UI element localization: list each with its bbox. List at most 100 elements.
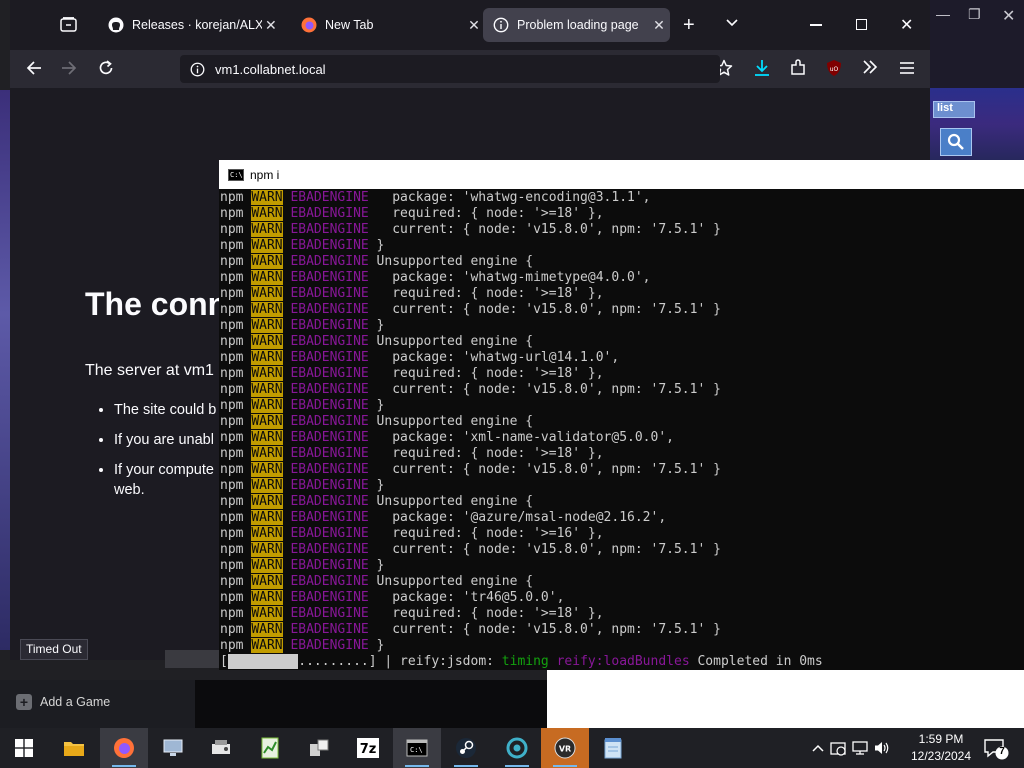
- hidden-window-fragment: [165, 650, 220, 668]
- back-icon[interactable]: [26, 61, 42, 75]
- overflow-chevron-icon[interactable]: [862, 60, 878, 74]
- console-line: npm WARN EBADENGINE package: '@azure/msa…: [220, 510, 667, 525]
- app-tray-icon[interactable]: [830, 740, 846, 756]
- url-text[interactable]: vm1.collabnet.local: [215, 62, 326, 77]
- tab-label: Problem loading page: [517, 18, 639, 32]
- tab-label: Releases · korejan/ALXR-…: [132, 18, 262, 32]
- console-line: npm WARN EBADENGINE }: [220, 398, 385, 413]
- close-icon[interactable]: ✕: [1002, 6, 1015, 26]
- forward-icon[interactable]: [61, 61, 77, 75]
- tab-label: New Tab: [325, 18, 374, 32]
- close-window-icon[interactable]: ✕: [900, 15, 913, 35]
- console-line: npm WARN EBADENGINE required: { node: '>…: [220, 606, 604, 621]
- console-line: npm WARN EBADENGINE }: [220, 638, 385, 653]
- progress-bar-fill: [227, 654, 299, 669]
- 7zip-icon[interactable]: 7z: [344, 728, 392, 768]
- svg-text:uO: uO: [830, 66, 839, 73]
- network-icon[interactable]: [852, 740, 868, 756]
- steam-list-button[interactable]: list: [933, 101, 975, 118]
- plus-icon: +: [16, 694, 32, 710]
- add-game-button[interactable]: + Add a Game: [16, 694, 110, 710]
- add-game-label: Add a Game: [40, 695, 111, 709]
- console-line: npm WARN EBADENGINE package: 'whatwg-enc…: [220, 190, 651, 205]
- show-hidden-icons-chevron-icon[interactable]: [812, 744, 824, 752]
- tab-bar: Releases · korejan/ALXR-… ✕ New Tab ✕ Pr…: [10, 0, 930, 50]
- notification-count: 7: [999, 746, 1005, 757]
- console-icon: C:\: [228, 168, 244, 181]
- system-tray: [812, 728, 890, 768]
- minimize-icon[interactable]: —: [936, 6, 950, 22]
- status-tooltip: Timed Out: [20, 639, 88, 660]
- console-line: npm WARN EBADENGINE package: 'tr46@5.0.0…: [220, 590, 565, 605]
- new-tab-button[interactable]: +: [683, 14, 695, 37]
- firefox-view-icon[interactable]: [60, 17, 77, 32]
- desktop-wallpaper: [0, 90, 10, 650]
- firefox-icon: [301, 17, 317, 33]
- notification-center-icon[interactable]: 7: [982, 736, 1010, 762]
- console-line: npm WARN EBADENGINE }: [220, 238, 385, 253]
- steam-icon[interactable]: [442, 728, 490, 768]
- console-line: npm WARN EBADENGINE Unsupported engine {: [220, 334, 534, 349]
- svg-text:C:\: C:\: [410, 746, 423, 754]
- close-tab-icon[interactable]: ✕: [463, 17, 485, 34]
- svg-text:VR: VR: [559, 745, 571, 754]
- spreadsheet-icon[interactable]: [246, 728, 294, 768]
- console-line: npm WARN EBADENGINE Unsupported engine {: [220, 494, 534, 509]
- tab-new-tab[interactable]: New Tab ✕: [291, 8, 485, 42]
- file-explorer-icon[interactable]: [50, 728, 98, 768]
- minimize-window-icon[interactable]: [810, 24, 822, 26]
- reload-icon[interactable]: [98, 60, 114, 76]
- network-tool-icon[interactable]: [197, 728, 245, 768]
- console-titlebar[interactable]: C:\ npm i: [219, 160, 1024, 189]
- site-info-icon[interactable]: [190, 62, 205, 77]
- console-line: npm WARN EBADENGINE current: { node: 'v1…: [220, 222, 721, 237]
- error-bullet: If you are unabl: [114, 430, 216, 450]
- url-bar[interactable]: vm1.collabnet.local: [180, 55, 720, 83]
- maximize-window-icon[interactable]: [856, 19, 867, 30]
- console-line: npm WARN EBADENGINE required: { node: '>…: [220, 526, 604, 541]
- taskbar-clock[interactable]: 1:59 PM 12/23/2024: [908, 731, 974, 765]
- vpn-icon[interactable]: [493, 728, 541, 768]
- close-tab-icon[interactable]: ✕: [262, 17, 280, 34]
- console-line: npm WARN EBADENGINE }: [220, 318, 385, 333]
- console-line: npm WARN EBADENGINE Unsupported engine {: [220, 254, 534, 269]
- error-bullet: If your computeweb.: [114, 460, 216, 500]
- steam-footer-dark: [195, 680, 547, 728]
- svg-text:7z: 7z: [360, 742, 377, 757]
- menu-hamburger-icon[interactable]: [899, 62, 915, 74]
- terminal-icon[interactable]: C:\: [393, 728, 441, 768]
- extensions-icon[interactable]: [790, 59, 807, 76]
- downloads-icon[interactable]: [754, 59, 770, 77]
- device-manager-icon[interactable]: [295, 728, 343, 768]
- ublock-origin-icon[interactable]: uO: [826, 59, 842, 77]
- console-line: npm WARN EBADENGINE current: { node: 'v1…: [220, 302, 721, 317]
- start-icon[interactable]: [0, 728, 48, 768]
- console-line: npm WARN EBADENGINE }: [220, 558, 385, 573]
- close-tab-icon[interactable]: ✕: [648, 17, 670, 34]
- volume-icon[interactable]: [874, 740, 890, 756]
- list-all-tabs-icon[interactable]: [726, 19, 738, 27]
- steam-search-button[interactable]: [940, 128, 972, 156]
- console-line: npm WARN EBADENGINE package: 'whatwg-mim…: [220, 270, 651, 285]
- console-line: npm WARN EBADENGINE }: [220, 478, 385, 493]
- restore-icon[interactable]: ❐: [968, 6, 981, 23]
- console-line: npm WARN EBADENGINE current: { node: 'v1…: [220, 382, 721, 397]
- console-window[interactable]: C:\ npm i npm WARN EBADENGINE package: '…: [219, 160, 1024, 670]
- vr-icon[interactable]: VR: [541, 728, 589, 768]
- console-line: npm WARN EBADENGINE required: { node: '>…: [220, 366, 604, 381]
- remote-desktop-icon[interactable]: [149, 728, 197, 768]
- error-bullet: The site could b: [114, 400, 216, 420]
- tab-releases[interactable]: Releases · korejan/ALXR-… ✕: [98, 8, 280, 42]
- progress-line: [ .........] | reify:jsdom: timing reify…: [220, 654, 823, 669]
- console-output[interactable]: npm WARN EBADENGINE package: 'whatwg-enc…: [220, 190, 1024, 670]
- notepad-icon[interactable]: [589, 728, 637, 768]
- search-icon: [947, 133, 964, 150]
- console-line: npm WARN EBADENGINE required: { node: '>…: [220, 206, 604, 221]
- tab-problem-loading[interactable]: Problem loading page ✕: [483, 8, 670, 42]
- github-icon: [108, 17, 124, 33]
- console-line: npm WARN EBADENGINE package: 'whatwg-url…: [220, 350, 620, 365]
- firefox-taskbar-icon[interactable]: [100, 728, 148, 768]
- console-line: npm WARN EBADENGINE current: { node: 'v1…: [220, 622, 721, 637]
- blank-panel: [547, 670, 1024, 728]
- info-icon: [493, 17, 509, 33]
